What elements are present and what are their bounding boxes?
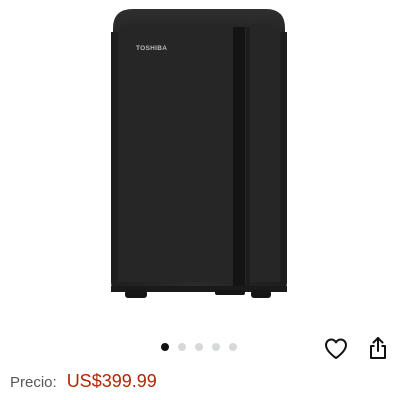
favorite-button[interactable] [322, 335, 350, 363]
pagination-dot-3[interactable] [195, 343, 203, 351]
share-icon [370, 337, 386, 359]
pagination-dot-4[interactable] [212, 343, 220, 351]
pagination-dot-5[interactable] [229, 343, 237, 351]
product-page: TOSHIBA Precio: US$399.99 [0, 0, 400, 400]
pagination-dot-2[interactable] [178, 343, 186, 351]
heart-icon [325, 338, 347, 359]
share-button[interactable] [364, 334, 392, 362]
product-image[interactable]: TOSHIBA [0, 0, 400, 330]
air-conditioner-illustration: TOSHIBA [111, 9, 287, 298]
price-row: Precio: US$399.99 [10, 371, 157, 392]
image-pagination [161, 343, 237, 351]
brand-logo: TOSHIBA [136, 45, 167, 52]
price-label: Precio: [10, 374, 57, 391]
price-value: US$399.99 [66, 371, 157, 391]
pagination-dot-1[interactable] [161, 343, 169, 351]
